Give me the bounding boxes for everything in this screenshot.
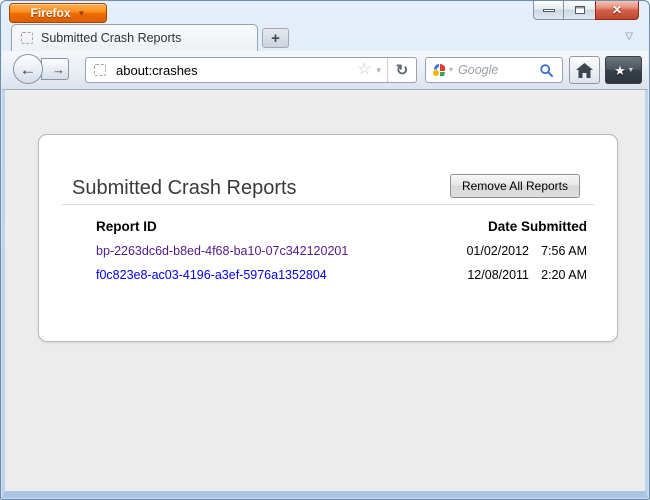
home-icon xyxy=(576,62,593,78)
chevron-down-icon: ▽ xyxy=(625,31,633,42)
page-content: Submitted Crash Reports Remove All Repor… xyxy=(2,90,648,498)
chevron-down-icon[interactable]: ▾ xyxy=(376,65,381,75)
date-value: 01/02/2012 xyxy=(466,244,529,258)
reload-button[interactable]: ↻ xyxy=(387,58,416,82)
back-button[interactable]: ← xyxy=(13,54,43,84)
star-icon: ★ xyxy=(614,62,626,78)
url-bar[interactable]: ☆ ▾ ↻ xyxy=(85,57,417,83)
plus-icon: + xyxy=(271,29,280,47)
column-header-date-submitted: Date Submitted xyxy=(487,219,587,234)
time-value: 7:56 AM xyxy=(541,244,587,258)
chevron-down-icon[interactable]: ▾ xyxy=(449,66,453,74)
list-all-tabs-button[interactable]: ▽ xyxy=(625,32,633,42)
time-value: 2:20 AM xyxy=(541,268,587,282)
search-icon[interactable] xyxy=(539,63,554,78)
remove-all-reports-button[interactable]: Remove All Reports xyxy=(449,174,580,198)
page-title: Submitted Crash Reports xyxy=(72,177,297,199)
date-submitted-cell: 12/08/2011 2:20 AM xyxy=(457,268,587,282)
favicon-placeholder-icon xyxy=(21,32,33,44)
arrow-right-icon: → xyxy=(52,61,65,77)
tab-submitted-crash-reports[interactable]: Submitted Crash Reports xyxy=(11,24,258,51)
date-value: 12/08/2011 xyxy=(467,268,529,282)
bookmarks-button[interactable]: ★ ▾ xyxy=(605,56,642,84)
tab-title: Submitted Crash Reports xyxy=(41,31,182,45)
report-id-link[interactable]: f0c823e8-ac03-4196-a3ef-5976a1352804 xyxy=(96,268,327,282)
browser-window: Firefox ▼ ✕ Submitted Crash Reports + ▽ … xyxy=(0,0,650,500)
report-id-link[interactable]: bp-2263dc6d-b8ed-4f68-ba10-07c342120201 xyxy=(96,244,348,258)
url-input[interactable] xyxy=(116,62,358,78)
google-logo-icon[interactable] xyxy=(432,63,446,77)
table-row: f0c823e8-ac03-4196-a3ef-5976a1352804 12/… xyxy=(96,268,587,282)
chevron-down-icon: ▼ xyxy=(77,8,86,18)
maximize-icon xyxy=(574,6,585,14)
reload-icon: ↻ xyxy=(395,61,409,79)
crash-reports-table: Report ID Date Submitted bp-2263dc6d-b8e… xyxy=(96,219,587,282)
chevron-down-icon: ▾ xyxy=(628,65,633,74)
new-tab-button[interactable]: + xyxy=(262,28,289,48)
table-row: bp-2263dc6d-b8ed-4f68-ba10-07c342120201 … xyxy=(96,244,587,258)
firefox-menu-label: Firefox xyxy=(30,6,71,20)
bookmark-star-icon[interactable]: ☆ xyxy=(357,62,371,78)
table-header-row: Report ID Date Submitted xyxy=(96,219,587,234)
divider xyxy=(62,204,594,205)
home-button[interactable] xyxy=(569,56,600,84)
firefox-menu-button[interactable]: Firefox ▼ xyxy=(9,3,107,23)
column-header-report-id: Report ID xyxy=(96,219,157,234)
favicon-placeholder-icon xyxy=(94,64,106,76)
crash-reports-card: Submitted Crash Reports Remove All Repor… xyxy=(38,134,618,342)
search-input[interactable] xyxy=(458,63,537,77)
forward-button[interactable]: → xyxy=(41,58,69,80)
close-icon: ✕ xyxy=(611,3,623,17)
arrow-left-icon: ← xyxy=(19,59,37,79)
date-submitted-cell: 01/02/2012 7:56 AM xyxy=(457,244,587,258)
search-bar[interactable]: ▾ xyxy=(425,57,563,83)
close-button[interactable]: ✕ xyxy=(595,1,639,20)
window-controls: ✕ xyxy=(533,1,639,20)
minimize-button[interactable] xyxy=(533,1,564,20)
maximize-button[interactable] xyxy=(564,1,595,20)
minimize-icon xyxy=(542,8,555,12)
